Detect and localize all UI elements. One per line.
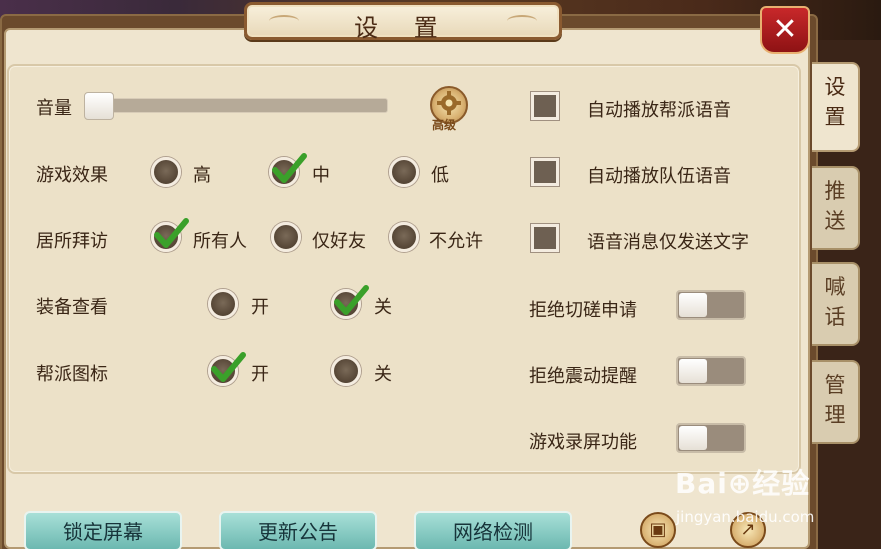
game-effect-medium-radio[interactable] <box>269 153 307 187</box>
auto-play-guild-voice-label: 自动播放帮派语音 <box>587 100 731 121</box>
home-visit-label: 居所拜访 <box>36 231 108 252</box>
game-effect-low-radio[interactable] <box>389 157 419 187</box>
equip-view-on-label: 开 <box>251 297 269 318</box>
game-effect-high-label: 高 <box>193 165 211 186</box>
reject-duel-toggle[interactable] <box>676 290 746 320</box>
checkmark-icon <box>211 352 246 382</box>
tab-manage-label: 管 理 <box>824 373 846 427</box>
volume-slider-handle[interactable] <box>84 92 114 120</box>
home-visit-everyone-label: 所有人 <box>193 231 247 252</box>
checkmark-icon <box>272 153 307 183</box>
auto-play-team-voice-label: 自动播放队伍语音 <box>587 166 731 187</box>
page-title: 设 置 <box>354 14 452 42</box>
checkmark-icon <box>334 285 369 315</box>
tab-push-label: 推 送 <box>824 179 846 233</box>
network-check-button[interactable]: 网络检测 <box>414 511 572 549</box>
reject-vibrate-label: 拒绝震动提醒 <box>529 366 637 387</box>
reject-duel-label: 拒绝切磋申请 <box>529 300 637 321</box>
game-effect-low-label: 低 <box>431 165 449 186</box>
close-button[interactable]: ✕ <box>760 6 810 54</box>
gift-icon[interactable]: ▣ <box>640 512 676 548</box>
tab-push[interactable]: 推 送 <box>812 166 860 250</box>
settings-content-area <box>7 64 801 474</box>
tab-settings[interactable]: 设 置 <box>812 62 860 152</box>
checkmark-icon <box>154 218 189 248</box>
volume-label: 音量 <box>36 98 72 119</box>
auto-play-team-voice-checkbox[interactable] <box>531 158 559 186</box>
voice-text-only-checkbox[interactable] <box>531 224 559 252</box>
equip-view-label: 装备查看 <box>36 297 108 318</box>
game-effect-medium-label: 中 <box>312 165 330 186</box>
game-effect-label: 游戏效果 <box>36 165 108 186</box>
guild-icon-on-radio[interactable] <box>208 352 246 386</box>
tab-manage[interactable]: 管 理 <box>812 360 860 444</box>
equip-view-on-radio[interactable] <box>208 289 238 319</box>
equip-view-off-radio[interactable] <box>331 285 369 319</box>
guild-icon-off-label: 关 <box>374 364 392 385</box>
auto-play-guild-voice-checkbox[interactable] <box>531 92 559 120</box>
voice-text-only-label: 语音消息仅发送文字 <box>587 232 749 253</box>
guild-icon-on-label: 开 <box>251 364 269 385</box>
home-visit-none-label: 不允许 <box>429 231 483 252</box>
advanced-label: 高级 <box>432 118 457 132</box>
guild-icon-label: 帮派图标 <box>36 364 108 385</box>
screen-record-toggle[interactable] <box>676 423 746 453</box>
close-icon: ✕ <box>772 12 798 47</box>
watermark-url: jingyan.baidu.com <box>676 508 815 526</box>
title-plaque: 设 置 <box>244 2 562 42</box>
lock-screen-button[interactable]: 锁定屏幕 <box>24 511 182 549</box>
guild-icon-off-radio[interactable] <box>331 356 361 386</box>
tab-settings-label: 设 置 <box>824 75 846 129</box>
home-visit-none-radio[interactable] <box>389 222 419 252</box>
reject-vibrate-toggle[interactable] <box>676 356 746 386</box>
volume-slider-track[interactable] <box>96 98 388 113</box>
screen-record-label: 游戏录屏功能 <box>529 432 637 453</box>
home-visit-friends-label: 仅好友 <box>312 231 366 252</box>
tab-shout-label: 喊 话 <box>824 275 846 329</box>
update-notice-button[interactable]: 更新公告 <box>219 511 377 549</box>
game-effect-high-radio[interactable] <box>151 157 181 187</box>
watermark: Bai⊕经验 <box>675 467 811 500</box>
equip-view-off-label: 关 <box>374 297 392 318</box>
tab-shout[interactable]: 喊 话 <box>812 262 860 346</box>
home-visit-friends-radio[interactable] <box>271 222 301 252</box>
home-visit-everyone-radio[interactable] <box>151 218 189 252</box>
